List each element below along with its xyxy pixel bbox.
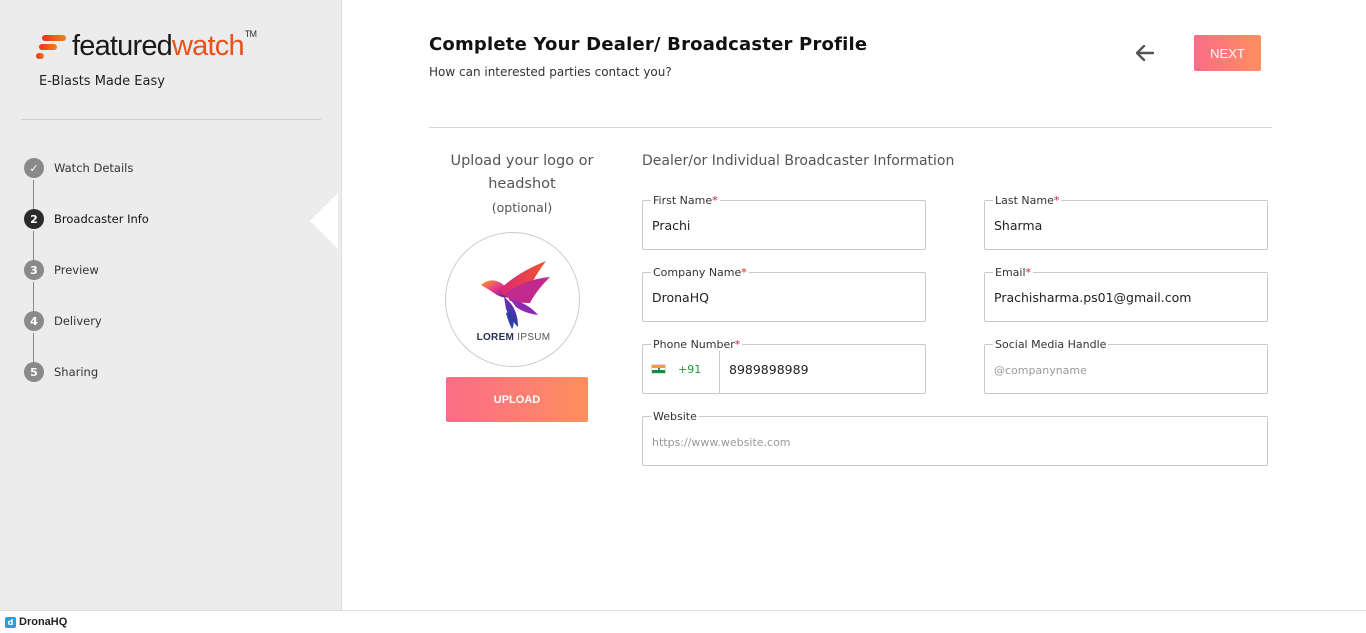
email-field: Email* [984, 266, 1268, 322]
email-label: Email* [993, 266, 1034, 279]
step-connector [33, 282, 34, 311]
step-number: 2 [24, 209, 44, 229]
featuredwatch-logo: featuredwatchTM [36, 28, 257, 62]
step-delivery[interactable]: 4 Delivery [24, 311, 149, 362]
step-label: Broadcaster Info [54, 212, 149, 226]
email-input[interactable] [994, 290, 1259, 305]
india-flag-icon [651, 364, 666, 374]
step-connector [33, 231, 34, 260]
phone-number-label: Phone Number* [651, 338, 743, 351]
social-media-field: Social Media Handle [984, 338, 1268, 394]
step-label: Sharing [54, 365, 99, 379]
section-title: Dealer/or Individual Broadcaster Informa… [642, 153, 955, 169]
active-step-pointer [310, 193, 338, 249]
upload-title: Upload your logo or headshot [450, 153, 594, 192]
website-input[interactable] [652, 434, 1259, 449]
main-content: Complete Your Dealer/ Broadcaster Profil… [342, 0, 1366, 610]
page-subtitle: How can interested parties contact you? [429, 65, 672, 79]
footer-brand[interactable]: DronaHQ [19, 616, 67, 628]
company-name-label: Company Name* [651, 266, 749, 279]
step-connector [33, 333, 34, 362]
last-name-input[interactable] [994, 218, 1259, 233]
company-name-field: Company Name* [642, 266, 926, 322]
stepper: ✓ Watch Details 2 Broadcaster Info 3 Pre… [24, 158, 149, 413]
last-name-label: Last Name* [993, 194, 1062, 207]
step-connector [33, 180, 34, 209]
step-number: 5 [24, 362, 44, 382]
step-check-icon: ✓ [24, 158, 44, 178]
arrow-left-icon [1136, 45, 1154, 61]
step-label: Delivery [54, 314, 102, 328]
dial-code: +91 [678, 362, 702, 376]
country-code-selector[interactable]: +91 [643, 345, 720, 393]
step-number: 4 [24, 311, 44, 331]
step-label: Preview [54, 263, 99, 277]
upload-optional-note: (optional) [491, 200, 553, 215]
step-preview[interactable]: 3 Preview [24, 260, 149, 311]
header-divider [429, 127, 1272, 128]
phone-number-input[interactable] [729, 362, 917, 377]
bird-logo-icon [481, 261, 550, 329]
next-button[interactable]: NEXT [1194, 35, 1261, 71]
logo-wordmark: featuredwatchTM [72, 28, 257, 62]
phone-number-field: Phone Number* +91 [642, 338, 926, 394]
sidebar-divider [21, 119, 321, 120]
logo-preview: LOREM IPSUM [445, 232, 580, 367]
website-field: Website [642, 410, 1268, 466]
step-number: 3 [24, 260, 44, 280]
dronahq-icon: d [5, 616, 16, 628]
logo-preview-text: LOREM IPSUM [476, 332, 551, 343]
step-label: Watch Details [54, 161, 134, 175]
upload-button[interactable]: UPLOAD [446, 377, 588, 422]
company-name-input[interactable] [652, 290, 917, 305]
logo-text-dark: featured [72, 29, 173, 62]
logo-text-accent: watch [172, 29, 245, 62]
social-media-input[interactable] [994, 362, 1259, 377]
first-name-input[interactable] [652, 218, 917, 233]
footer-bar: d DronaHQ [0, 610, 1366, 633]
first-name-field: First Name* [642, 194, 926, 250]
back-button[interactable] [1132, 40, 1158, 66]
tagline: E-Blasts Made Easy [39, 74, 165, 89]
step-sharing[interactable]: 5 Sharing [24, 362, 149, 413]
logo-mark-icon [36, 33, 66, 59]
step-broadcaster-info[interactable]: 2 Broadcaster Info [24, 209, 149, 260]
page-title: Complete Your Dealer/ Broadcaster Profil… [429, 34, 868, 55]
website-label: Website [651, 410, 699, 423]
logo-tm: TM [244, 28, 257, 39]
social-media-label: Social Media Handle [993, 338, 1109, 351]
last-name-field: Last Name* [984, 194, 1268, 250]
sidebar: featuredwatchTM E-Blasts Made Easy ✓ Wat… [0, 0, 342, 610]
logo-upload-panel: Upload your logo or headshot (optional) [442, 150, 602, 422]
first-name-label: First Name* [651, 194, 720, 207]
step-watch-details[interactable]: ✓ Watch Details [24, 158, 149, 209]
